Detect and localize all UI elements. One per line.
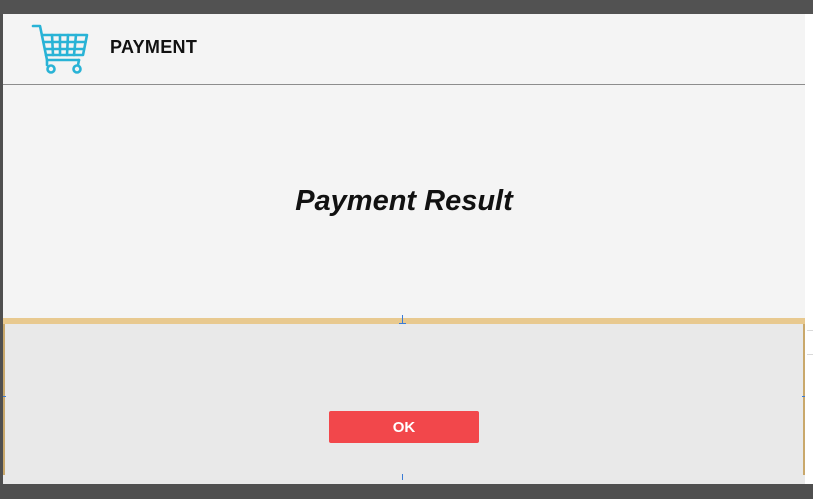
dialog-header: PAYMENT: [3, 14, 805, 85]
right-gutter: [805, 14, 813, 484]
gutter-tick: [807, 354, 813, 355]
window-top-frame: [0, 0, 813, 14]
window-bottom-frame: [0, 484, 813, 499]
shopping-cart-icon: [31, 24, 89, 74]
result-heading: Payment Result: [295, 185, 513, 217]
gutter-tick: [807, 330, 813, 331]
anchor-marker-bottom: [402, 474, 403, 480]
result-panel: Payment Result: [3, 85, 805, 318]
anchor-marker-top: [402, 315, 403, 323]
payment-dialog: PAYMENT Payment Result OK: [3, 14, 805, 484]
footer-left-border: [3, 324, 5, 475]
anchor-marker-top-base: [399, 323, 406, 324]
action-footer: OK: [3, 315, 805, 484]
ok-button[interactable]: OK: [329, 411, 479, 443]
anchor-marker-left: [3, 396, 6, 397]
page-title: PAYMENT: [110, 37, 198, 57]
